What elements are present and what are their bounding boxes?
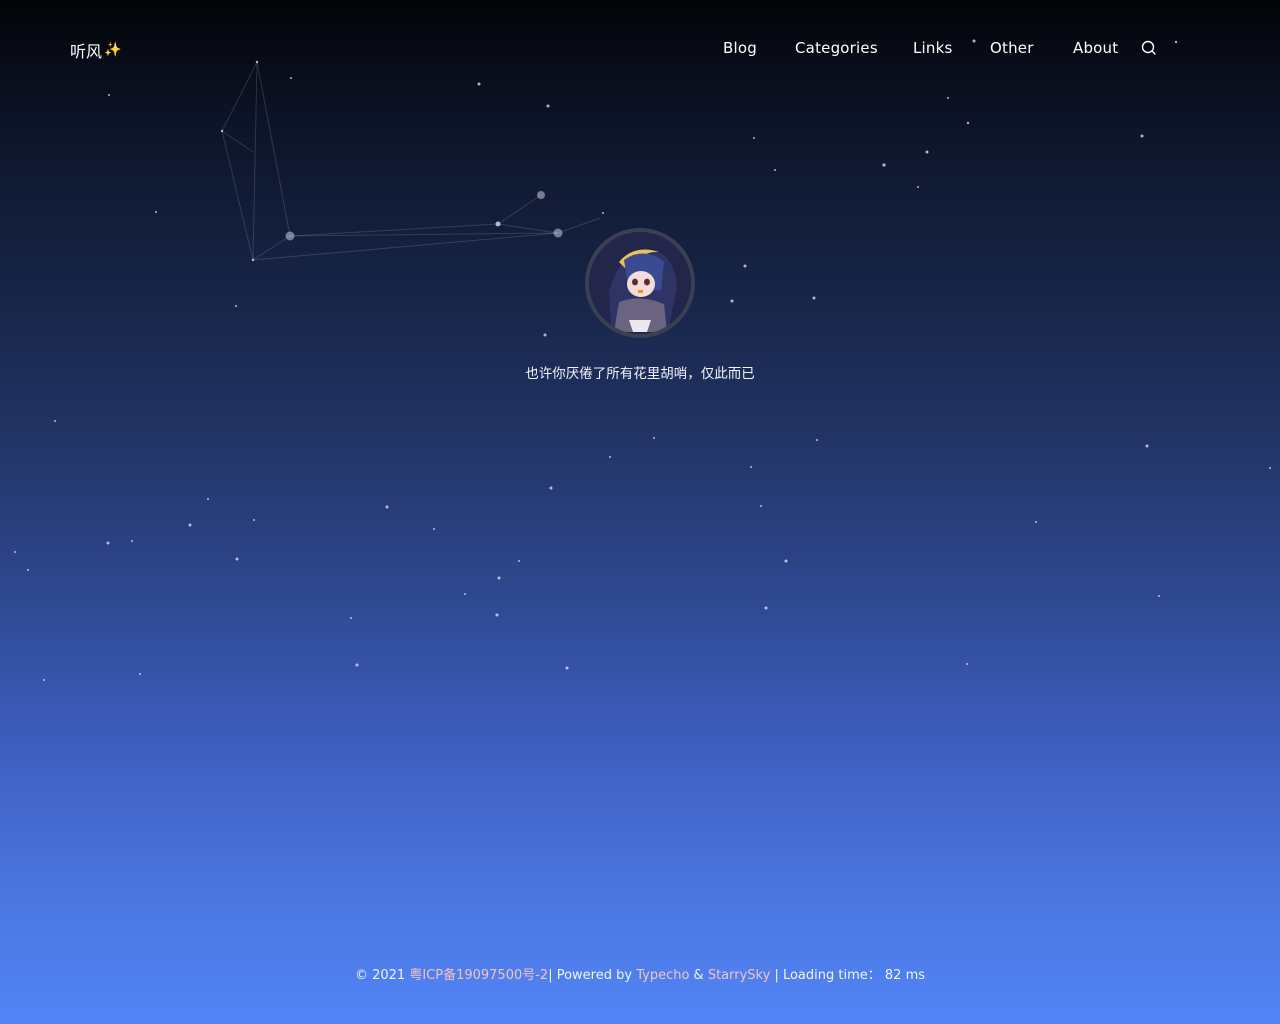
sparkles-icon: ✨ <box>104 42 122 58</box>
star <box>1269 467 1271 469</box>
star <box>207 498 209 500</box>
star <box>235 557 239 561</box>
motto-text: 也许你厌倦了所有花里胡哨，仅此而已 <box>525 366 755 382</box>
star <box>602 212 604 214</box>
star <box>816 439 818 441</box>
star <box>750 466 752 468</box>
star <box>253 519 255 521</box>
copyright: © 2021 <box>354 968 406 983</box>
loading-label: | Loading time： <box>774 968 881 983</box>
star <box>43 679 45 681</box>
star <box>1145 444 1149 448</box>
nav-categories[interactable]: Categories <box>795 39 878 57</box>
star <box>139 673 141 675</box>
star <box>774 169 776 171</box>
star <box>549 486 553 490</box>
star <box>155 211 157 213</box>
avatar-illustration <box>589 232 691 334</box>
starry-sky-background <box>14 39 1271 681</box>
ampersand: & <box>693 968 704 983</box>
star <box>764 606 768 610</box>
star <box>565 666 569 670</box>
star <box>464 593 466 595</box>
nav-about[interactable]: About <box>1073 39 1118 57</box>
star <box>355 663 359 667</box>
search-button[interactable] <box>1140 39 1158 57</box>
site-header: 听风 ✨ Blog Categories Links Other About <box>0 0 1280 96</box>
star <box>760 505 762 507</box>
star <box>1140 134 1144 138</box>
star <box>497 576 501 580</box>
site-footer: © 2021 粤ICP备19097500号-2| Powered by Type… <box>0 964 1280 983</box>
star <box>350 617 352 619</box>
star <box>385 505 389 509</box>
avatar <box>585 228 695 338</box>
star <box>784 559 788 563</box>
star <box>882 163 886 167</box>
search-icon <box>1141 40 1156 55</box>
star <box>495 613 499 617</box>
star <box>220 129 224 133</box>
typecho-link[interactable]: Typecho <box>636 968 689 983</box>
star <box>925 150 929 154</box>
powered-by-text: | Powered by <box>548 968 633 983</box>
star <box>546 104 550 108</box>
star <box>653 437 655 439</box>
site-brand[interactable]: 听风 ✨ <box>70 38 121 62</box>
star <box>14 551 16 553</box>
star <box>753 137 755 139</box>
star <box>27 569 29 571</box>
star <box>966 121 970 125</box>
star <box>106 541 110 545</box>
star <box>433 528 435 530</box>
brand-title: 听风 <box>70 42 103 61</box>
hero: 也许你厌倦了所有花里胡哨，仅此而已 <box>0 228 1280 382</box>
nav-other[interactable]: Other <box>990 39 1034 57</box>
star <box>1158 595 1160 597</box>
star <box>1035 521 1037 523</box>
star <box>518 560 520 562</box>
star <box>54 420 56 422</box>
loading-time: 82 ms <box>884 968 926 983</box>
star <box>495 221 501 227</box>
nav-blog[interactable]: Blog <box>723 39 757 57</box>
nav-links[interactable]: Links <box>913 39 953 57</box>
icp-link[interactable]: 粤ICP备19097500号-2 <box>409 968 548 983</box>
star <box>609 456 611 458</box>
star <box>131 540 133 542</box>
star <box>917 186 919 188</box>
star <box>966 663 968 665</box>
starrysky-link[interactable]: StarrySky <box>708 968 770 983</box>
star <box>537 191 545 199</box>
star <box>188 523 192 527</box>
star <box>947 97 949 99</box>
